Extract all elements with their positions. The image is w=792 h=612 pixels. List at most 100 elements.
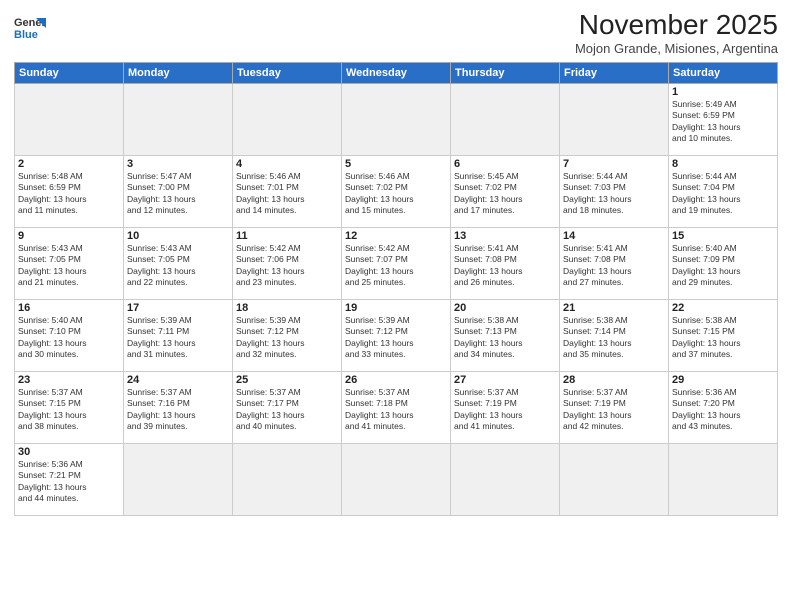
day-info: Sunrise: 5:37 AM Sunset: 7:18 PM Dayligh… xyxy=(345,387,447,433)
table-row xyxy=(669,443,778,515)
day-info: Sunrise: 5:37 AM Sunset: 7:16 PM Dayligh… xyxy=(127,387,229,433)
day-number: 24 xyxy=(127,374,229,386)
day-number: 29 xyxy=(672,374,774,386)
table-row: 21Sunrise: 5:38 AM Sunset: 7:14 PM Dayli… xyxy=(560,299,669,371)
calendar-week-row: 9Sunrise: 5:43 AM Sunset: 7:05 PM Daylig… xyxy=(15,227,778,299)
table-row xyxy=(342,83,451,155)
day-info: Sunrise: 5:37 AM Sunset: 7:19 PM Dayligh… xyxy=(454,387,556,433)
day-info: Sunrise: 5:43 AM Sunset: 7:05 PM Dayligh… xyxy=(18,243,120,289)
day-number: 22 xyxy=(672,302,774,314)
day-info: Sunrise: 5:36 AM Sunset: 7:20 PM Dayligh… xyxy=(672,387,774,433)
header-tuesday: Tuesday xyxy=(233,62,342,83)
day-number: 12 xyxy=(345,230,447,242)
logo-icon: General Blue xyxy=(14,14,46,42)
table-row: 20Sunrise: 5:38 AM Sunset: 7:13 PM Dayli… xyxy=(451,299,560,371)
day-info: Sunrise: 5:39 AM Sunset: 7:12 PM Dayligh… xyxy=(345,315,447,361)
header-saturday: Saturday xyxy=(669,62,778,83)
table-row: 2Sunrise: 5:48 AM Sunset: 6:59 PM Daylig… xyxy=(15,155,124,227)
header-sunday: Sunday xyxy=(15,62,124,83)
day-info: Sunrise: 5:48 AM Sunset: 6:59 PM Dayligh… xyxy=(18,171,120,217)
table-row xyxy=(233,443,342,515)
table-row: 1Sunrise: 5:49 AM Sunset: 6:59 PM Daylig… xyxy=(669,83,778,155)
table-row xyxy=(342,443,451,515)
day-number: 16 xyxy=(18,302,120,314)
day-number: 23 xyxy=(18,374,120,386)
day-number: 14 xyxy=(563,230,665,242)
day-info: Sunrise: 5:44 AM Sunset: 7:03 PM Dayligh… xyxy=(563,171,665,217)
table-row xyxy=(124,443,233,515)
day-number: 15 xyxy=(672,230,774,242)
table-row: 11Sunrise: 5:42 AM Sunset: 7:06 PM Dayli… xyxy=(233,227,342,299)
day-info: Sunrise: 5:37 AM Sunset: 7:19 PM Dayligh… xyxy=(563,387,665,433)
weekday-header-row: Sunday Monday Tuesday Wednesday Thursday… xyxy=(15,62,778,83)
day-info: Sunrise: 5:41 AM Sunset: 7:08 PM Dayligh… xyxy=(454,243,556,289)
day-number: 3 xyxy=(127,158,229,170)
day-number: 20 xyxy=(454,302,556,314)
day-info: Sunrise: 5:45 AM Sunset: 7:02 PM Dayligh… xyxy=(454,171,556,217)
day-info: Sunrise: 5:38 AM Sunset: 7:13 PM Dayligh… xyxy=(454,315,556,361)
table-row: 6Sunrise: 5:45 AM Sunset: 7:02 PM Daylig… xyxy=(451,155,560,227)
header-friday: Friday xyxy=(560,62,669,83)
table-row: 24Sunrise: 5:37 AM Sunset: 7:16 PM Dayli… xyxy=(124,371,233,443)
table-row: 13Sunrise: 5:41 AM Sunset: 7:08 PM Dayli… xyxy=(451,227,560,299)
table-row: 5Sunrise: 5:46 AM Sunset: 7:02 PM Daylig… xyxy=(342,155,451,227)
table-row: 10Sunrise: 5:43 AM Sunset: 7:05 PM Dayli… xyxy=(124,227,233,299)
day-number: 25 xyxy=(236,374,338,386)
table-row: 12Sunrise: 5:42 AM Sunset: 7:07 PM Dayli… xyxy=(342,227,451,299)
day-info: Sunrise: 5:38 AM Sunset: 7:15 PM Dayligh… xyxy=(672,315,774,361)
calendar-week-row: 30Sunrise: 5:36 AM Sunset: 7:21 PM Dayli… xyxy=(15,443,778,515)
table-row: 23Sunrise: 5:37 AM Sunset: 7:15 PM Dayli… xyxy=(15,371,124,443)
logo: General Blue xyxy=(14,14,46,42)
day-info: Sunrise: 5:41 AM Sunset: 7:08 PM Dayligh… xyxy=(563,243,665,289)
table-row xyxy=(124,83,233,155)
table-row: 7Sunrise: 5:44 AM Sunset: 7:03 PM Daylig… xyxy=(560,155,669,227)
table-row: 30Sunrise: 5:36 AM Sunset: 7:21 PM Dayli… xyxy=(15,443,124,515)
day-info: Sunrise: 5:42 AM Sunset: 7:06 PM Dayligh… xyxy=(236,243,338,289)
table-row: 3Sunrise: 5:47 AM Sunset: 7:00 PM Daylig… xyxy=(124,155,233,227)
day-number: 27 xyxy=(454,374,556,386)
table-row: 17Sunrise: 5:39 AM Sunset: 7:11 PM Dayli… xyxy=(124,299,233,371)
calendar-week-row: 2Sunrise: 5:48 AM Sunset: 6:59 PM Daylig… xyxy=(15,155,778,227)
day-number: 18 xyxy=(236,302,338,314)
day-number: 19 xyxy=(345,302,447,314)
calendar-week-row: 23Sunrise: 5:37 AM Sunset: 7:15 PM Dayli… xyxy=(15,371,778,443)
day-info: Sunrise: 5:37 AM Sunset: 7:17 PM Dayligh… xyxy=(236,387,338,433)
day-number: 7 xyxy=(563,158,665,170)
day-number: 17 xyxy=(127,302,229,314)
table-row: 15Sunrise: 5:40 AM Sunset: 7:09 PM Dayli… xyxy=(669,227,778,299)
table-row xyxy=(451,443,560,515)
table-row: 22Sunrise: 5:38 AM Sunset: 7:15 PM Dayli… xyxy=(669,299,778,371)
table-row: 27Sunrise: 5:37 AM Sunset: 7:19 PM Dayli… xyxy=(451,371,560,443)
day-info: Sunrise: 5:47 AM Sunset: 7:00 PM Dayligh… xyxy=(127,171,229,217)
day-info: Sunrise: 5:49 AM Sunset: 6:59 PM Dayligh… xyxy=(672,99,774,145)
title-block: November 2025 Mojon Grande, Misiones, Ar… xyxy=(575,10,778,56)
table-row: 29Sunrise: 5:36 AM Sunset: 7:20 PM Dayli… xyxy=(669,371,778,443)
table-row: 14Sunrise: 5:41 AM Sunset: 7:08 PM Dayli… xyxy=(560,227,669,299)
day-number: 1 xyxy=(672,86,774,98)
table-row: 18Sunrise: 5:39 AM Sunset: 7:12 PM Dayli… xyxy=(233,299,342,371)
header-thursday: Thursday xyxy=(451,62,560,83)
day-info: Sunrise: 5:46 AM Sunset: 7:02 PM Dayligh… xyxy=(345,171,447,217)
subtitle: Mojon Grande, Misiones, Argentina xyxy=(575,41,778,56)
day-number: 11 xyxy=(236,230,338,242)
day-info: Sunrise: 5:46 AM Sunset: 7:01 PM Dayligh… xyxy=(236,171,338,217)
day-info: Sunrise: 5:38 AM Sunset: 7:14 PM Dayligh… xyxy=(563,315,665,361)
day-number: 8 xyxy=(672,158,774,170)
table-row: 16Sunrise: 5:40 AM Sunset: 7:10 PM Dayli… xyxy=(15,299,124,371)
day-number: 5 xyxy=(345,158,447,170)
calendar-table: Sunday Monday Tuesday Wednesday Thursday… xyxy=(14,62,778,516)
calendar-week-row: 1Sunrise: 5:49 AM Sunset: 6:59 PM Daylig… xyxy=(15,83,778,155)
day-info: Sunrise: 5:43 AM Sunset: 7:05 PM Dayligh… xyxy=(127,243,229,289)
day-info: Sunrise: 5:39 AM Sunset: 7:11 PM Dayligh… xyxy=(127,315,229,361)
calendar-week-row: 16Sunrise: 5:40 AM Sunset: 7:10 PM Dayli… xyxy=(15,299,778,371)
table-row: 25Sunrise: 5:37 AM Sunset: 7:17 PM Dayli… xyxy=(233,371,342,443)
day-number: 10 xyxy=(127,230,229,242)
table-row xyxy=(233,83,342,155)
table-row xyxy=(15,83,124,155)
table-row xyxy=(560,83,669,155)
day-number: 28 xyxy=(563,374,665,386)
table-row: 4Sunrise: 5:46 AM Sunset: 7:01 PM Daylig… xyxy=(233,155,342,227)
header-wednesday: Wednesday xyxy=(342,62,451,83)
day-info: Sunrise: 5:40 AM Sunset: 7:09 PM Dayligh… xyxy=(672,243,774,289)
header: General Blue November 2025 Mojon Grande,… xyxy=(14,10,778,56)
